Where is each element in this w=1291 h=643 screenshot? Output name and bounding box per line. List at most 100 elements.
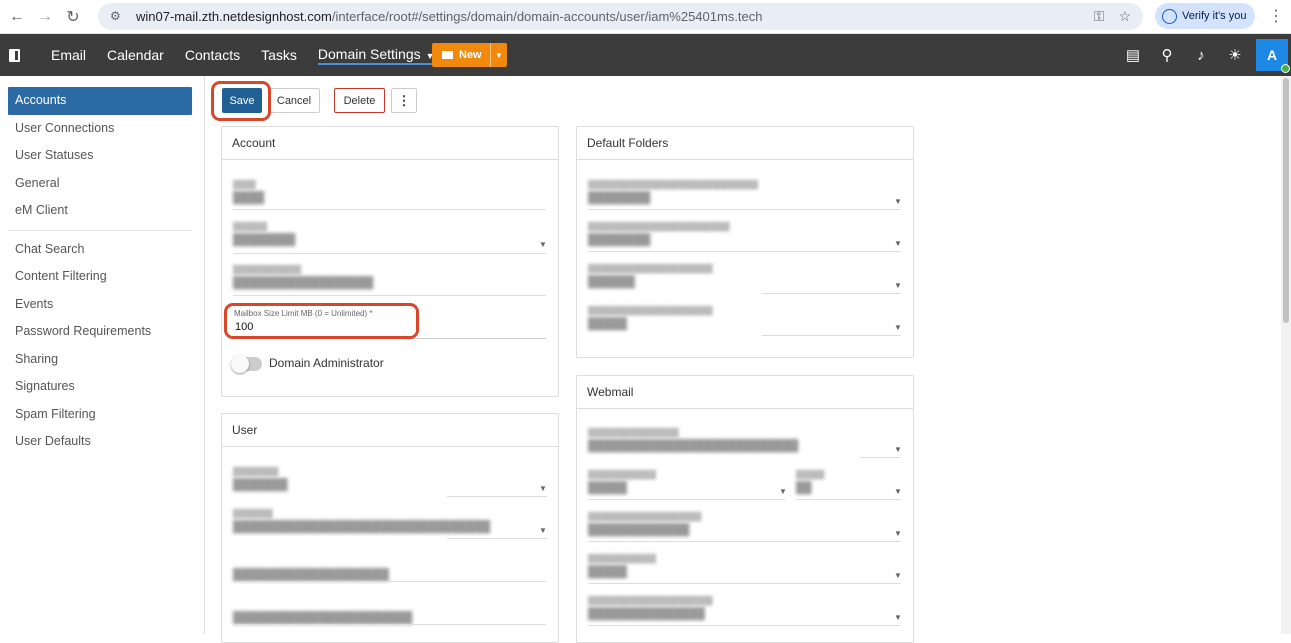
verify-label: Verify it's you bbox=[1182, 10, 1247, 22]
sidebar-item-user-connections[interactable]: User Connections bbox=[0, 115, 204, 143]
default-calendar-field[interactable]: ██████████████████████████████ ████████ bbox=[588, 180, 758, 204]
verify-profile-button[interactable]: Verify it's you bbox=[1155, 3, 1255, 29]
default-calendar-chevron-down-icon[interactable]: ▼ bbox=[894, 197, 902, 206]
reload-icon[interactable]: ↻ bbox=[62, 6, 84, 28]
language-chevron-down-icon[interactable]: ▼ bbox=[539, 484, 547, 493]
preview-pane-underline bbox=[588, 583, 901, 584]
default-contacts-chevron-down-icon[interactable]: ▼ bbox=[894, 239, 902, 248]
domain-admin-toggle[interactable] bbox=[231, 355, 262, 373]
avatar[interactable]: A bbox=[1256, 39, 1290, 73]
deleted-items-field[interactable]: ████████████████ ████████████████████████… bbox=[588, 428, 798, 452]
profile-icon bbox=[1162, 8, 1177, 24]
sidebar-item-em-client[interactable]: eM Client bbox=[0, 197, 204, 225]
account-card-title: Account bbox=[222, 127, 558, 160]
default-from-chevron-down-icon[interactable]: ▼ bbox=[894, 529, 902, 538]
default-notes-field[interactable]: ██████████████████████ ██████ bbox=[588, 264, 713, 288]
main-nav: Email Calendar Contacts Tasks Domain Set… bbox=[51, 34, 435, 76]
reply-to-underline bbox=[233, 581, 546, 582]
nav-email[interactable]: Email bbox=[51, 47, 86, 63]
sidebar-divider bbox=[8, 229, 192, 231]
browser-toolbar: ← → ↻ ⚙ win07-mail.zth.netdesignhost.com… bbox=[0, 0, 1291, 34]
username-underline bbox=[233, 209, 546, 210]
search-language-field[interactable]: ██████████████████████ ███████████████ bbox=[588, 596, 713, 620]
user-card-title: User bbox=[222, 414, 558, 447]
browser-menu-icon[interactable]: ⋮ bbox=[1268, 6, 1284, 26]
envelope-icon bbox=[442, 51, 453, 59]
app-top-nav: Email Calendar Contacts Tasks Domain Set… bbox=[0, 34, 1291, 76]
sidebar-item-general[interactable]: General bbox=[0, 170, 204, 198]
new-dropdown-chevron-icon[interactable]: ▼ bbox=[490, 43, 507, 67]
settings-sidebar: Accounts User Connections User Statuses … bbox=[0, 76, 205, 634]
preview-pane-chevron-down-icon[interactable]: ▼ bbox=[894, 571, 902, 580]
sidebar-item-chat-search[interactable]: Chat Search bbox=[0, 236, 204, 264]
nav-tasks[interactable]: Tasks bbox=[261, 47, 297, 63]
sidebar-item-content-filtering[interactable]: Content Filtering bbox=[0, 263, 204, 291]
default-calendar-underline bbox=[588, 209, 901, 210]
notifications-bell-icon[interactable]: ♪ bbox=[1184, 47, 1218, 64]
sidebar-item-user-statuses[interactable]: User Statuses bbox=[0, 142, 204, 170]
back-icon[interactable]: ← bbox=[6, 6, 28, 28]
url-path: /interface/root#/settings/domain/domain-… bbox=[331, 9, 763, 24]
default-contacts-underline bbox=[588, 251, 901, 252]
display-name-field[interactable]: ████████████ ██████████████████ bbox=[233, 265, 373, 289]
font-size-field[interactable]: █████ ██ bbox=[796, 470, 824, 494]
toggle-knob bbox=[231, 355, 249, 373]
preview-pane-field[interactable]: ████████████ █████ bbox=[588, 554, 656, 578]
online-status-dot bbox=[1281, 64, 1290, 73]
default-from-underline bbox=[588, 541, 901, 542]
default-contacts-field[interactable]: █████████████████████████ ████████ bbox=[588, 222, 730, 246]
status-chevron-down-icon[interactable]: ▼ bbox=[539, 240, 547, 249]
sidebar-item-signatures[interactable]: Signatures bbox=[0, 373, 204, 401]
nav-calendar[interactable]: Calendar bbox=[107, 47, 164, 63]
deleted-items-chevron-down-icon[interactable]: ▼ bbox=[894, 445, 902, 454]
theme-sun-icon[interactable]: ☀ bbox=[1218, 46, 1252, 64]
url-host: win07-mail.zth.netdesignhost.com bbox=[136, 9, 332, 24]
forward-icon[interactable]: → bbox=[34, 6, 56, 28]
bookmark-star-icon[interactable]: ☆ bbox=[1118, 8, 1131, 25]
default-from-field[interactable]: ████████████████████ █████████████ bbox=[588, 512, 701, 536]
status-field[interactable]: ██████ ████████ bbox=[233, 222, 295, 246]
more-actions-button[interactable]: ⋮ bbox=[391, 88, 417, 113]
compose-font-chevron-down-icon[interactable]: ▼ bbox=[779, 487, 787, 496]
nav-domain-settings[interactable]: Domain Settings ▼ bbox=[317, 45, 435, 65]
reply-to-field[interactable]: ████████████████████ bbox=[233, 566, 389, 581]
default-tasks-field[interactable]: ██████████████████████ █████ bbox=[588, 306, 713, 330]
page-scrollbar[interactable] bbox=[1281, 76, 1291, 634]
search-language-chevron-down-icon[interactable]: ▼ bbox=[894, 613, 902, 622]
search-icon[interactable]: ⚲ bbox=[1150, 46, 1184, 64]
address-bar[interactable]: ⚙ win07-mail.zth.netdesignhost.com/inter… bbox=[98, 3, 1143, 30]
chat-icon[interactable]: ▤ bbox=[1116, 46, 1150, 64]
default-notes-chevron-down-icon[interactable]: ▼ bbox=[894, 281, 902, 290]
compose-font-underline bbox=[588, 499, 785, 500]
default-tasks-chevron-down-icon[interactable]: ▼ bbox=[894, 323, 902, 332]
sidebar-item-accounts[interactable]: Accounts bbox=[8, 87, 192, 115]
time-zone-chevron-down-icon[interactable]: ▼ bbox=[539, 526, 547, 535]
language-field[interactable]: ████████ ███████ bbox=[233, 467, 288, 491]
search-language-underline bbox=[588, 625, 901, 626]
nav-contacts[interactable]: Contacts bbox=[185, 47, 240, 63]
sidebar-toggle-icon[interactable] bbox=[9, 48, 20, 62]
default-tasks-underline bbox=[762, 335, 901, 336]
avatar-letter: A bbox=[1266, 47, 1278, 63]
password-key-icon[interactable]: ⚿ bbox=[1094, 8, 1105, 25]
mailbox-size-highlight-annotation bbox=[224, 303, 419, 339]
save-highlight-annotation bbox=[211, 81, 271, 121]
sidebar-item-user-defaults[interactable]: User Defaults bbox=[0, 428, 204, 456]
sidebar-item-password-requirements[interactable]: Password Requirements bbox=[0, 318, 204, 346]
scrollbar-thumb[interactable] bbox=[1283, 78, 1289, 323]
time-zone-field[interactable]: ███████ █████████████████████████████████ bbox=[233, 509, 490, 533]
font-size-chevron-down-icon[interactable]: ▼ bbox=[894, 487, 902, 496]
username-field[interactable]: ████ ████ bbox=[233, 180, 264, 204]
sidebar-item-spam-filtering[interactable]: Spam Filtering bbox=[0, 401, 204, 429]
new-button[interactable]: New ▼ bbox=[432, 43, 507, 67]
site-info-icon[interactable]: ⚙ bbox=[110, 9, 126, 25]
sidebar-item-events[interactable]: Events bbox=[0, 291, 204, 319]
time-zone-underline bbox=[447, 538, 547, 539]
sidebar-item-sharing[interactable]: Sharing bbox=[0, 346, 204, 374]
nav-domain-settings-label: Domain Settings bbox=[317, 45, 421, 62]
compose-font-field[interactable]: ████████████ █████ bbox=[588, 470, 656, 494]
domain-admin-label: Domain Administrator bbox=[269, 356, 384, 370]
cancel-button[interactable]: Cancel bbox=[268, 88, 320, 113]
recovery-email-field[interactable]: ███████████████████████ bbox=[233, 609, 412, 624]
delete-button[interactable]: Delete bbox=[334, 88, 385, 113]
